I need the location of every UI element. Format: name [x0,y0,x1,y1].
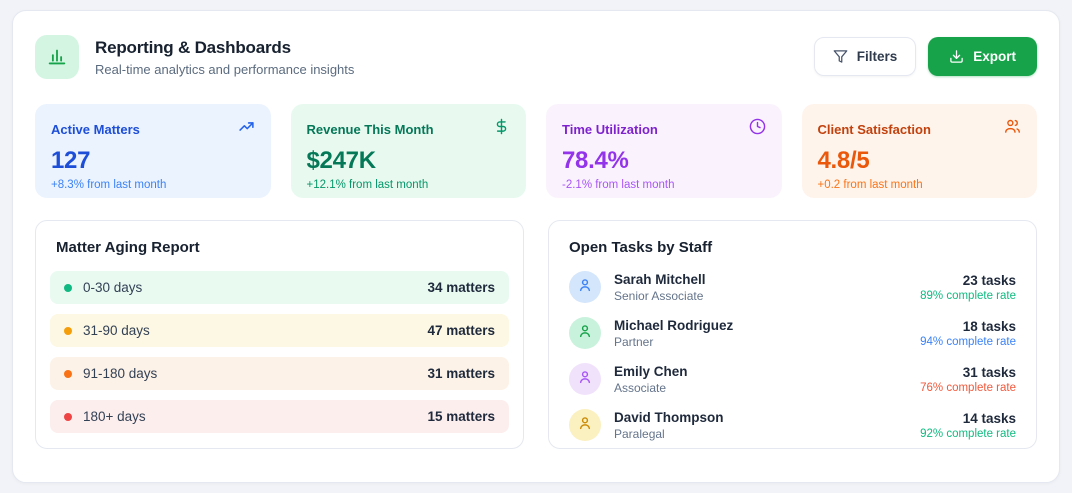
staff-list: Sarah Mitchell Senior Associate 23 tasks… [563,268,1022,444]
staff-complete-rate: 94% complete rate [920,336,1016,348]
stat-delta: +8.3% from last month [51,179,255,191]
stat-delta: -2.1% from last month [562,179,766,191]
staff-task-count: 18 tasks [920,319,1016,334]
stat-card-revenue: Revenue This Month $247K +12.1% from las… [291,104,527,198]
status-dot [64,370,72,378]
person-icon [577,369,593,390]
staff-task-count: 23 tasks [920,273,1016,288]
stat-label: Time Utilization [562,122,658,137]
avatar [569,317,601,349]
staff-row-emily-chen: Emily Chen Associate 31 tasks 76% comple… [569,360,1016,398]
staff-complete-rate: 76% complete rate [920,382,1016,394]
staff-complete-rate: 89% complete rate [920,290,1016,302]
matter-aging-panel: Matter Aging Report 0-30 days 34 matters… [35,220,524,449]
aging-row-91-180: 91-180 days 31 matters [50,357,509,390]
open-tasks-panel: Open Tasks by Staff Sarah Mitchell Senio… [548,220,1037,449]
staff-name: Sarah Mitchell [614,272,706,287]
staff-role: Paralegal [614,427,724,441]
status-dot [64,413,72,421]
stat-delta: +0.2 from last month [818,179,1022,191]
person-icon [577,277,593,298]
stat-card-time-utilization: Time Utilization 78.4% -2.1% from last m… [546,104,782,198]
staff-name: David Thompson [614,410,724,425]
stat-card-active-matters: Active Matters 127 +8.3% from last month [35,104,271,198]
stat-value: 4.8/5 [818,147,1022,175]
aging-label: 0-30 days [83,280,142,295]
matter-aging-list: 0-30 days 34 matters 31-90 days 47 matte… [50,271,509,433]
stat-delta: +12.1% from last month [307,179,511,191]
aging-value: 31 matters [427,366,495,381]
aging-label: 91-180 days [83,366,157,381]
header: Reporting & Dashboards Real-time analyti… [35,35,1037,79]
staff-row-sarah-mitchell: Sarah Mitchell Senior Associate 23 tasks… [569,268,1016,306]
dashboard-card: Reporting & Dashboards Real-time analyti… [12,10,1060,483]
aging-label: 31-90 days [83,323,150,338]
stat-label: Client Satisfaction [818,122,931,137]
stat-value: 127 [51,147,255,175]
stat-value: 78.4% [562,147,766,175]
person-icon [577,415,593,436]
staff-row-david-thompson: David Thompson Paralegal 14 tasks 92% co… [569,406,1016,444]
staff-name: Emily Chen [614,364,688,379]
users-icon [1004,118,1021,140]
aging-row-180-plus: 180+ days 15 matters [50,400,509,433]
person-icon [577,323,593,344]
stat-label: Active Matters [51,122,140,137]
dollar-icon [493,118,510,140]
aging-label: 180+ days [83,409,146,424]
staff-complete-rate: 92% complete rate [920,428,1016,440]
download-icon [949,49,964,64]
stats-row: Active Matters 127 +8.3% from last month… [35,104,1037,198]
staff-role: Senior Associate [614,289,706,303]
staff-task-count: 31 tasks [920,365,1016,380]
avatar [569,363,601,395]
filters-button[interactable]: Filters [814,37,917,76]
status-dot [64,327,72,335]
page-subtitle: Real-time analytics and performance insi… [95,62,354,77]
trending-up-icon [238,118,255,140]
staff-name: Michael Rodriguez [614,318,733,333]
stat-card-client-satisfaction: Client Satisfaction 4.8/5 +0.2 from last… [802,104,1038,198]
staff-row-michael-rodriguez: Michael Rodriguez Partner 18 tasks 94% c… [569,314,1016,352]
staff-role: Associate [614,381,688,395]
aging-value: 15 matters [427,409,495,424]
filters-label: Filters [857,49,898,64]
matter-aging-title: Matter Aging Report [50,239,509,256]
staff-role: Partner [614,335,733,349]
avatar [569,271,601,303]
aging-value: 34 matters [427,280,495,295]
panels-row: Matter Aging Report 0-30 days 34 matters… [35,220,1037,449]
stat-value: $247K [307,147,511,175]
filter-funnel-icon [833,49,848,64]
status-dot [64,284,72,292]
bar-chart-icon [35,35,79,79]
avatar [569,409,601,441]
open-tasks-title: Open Tasks by Staff [563,239,1022,256]
aging-row-0-30: 0-30 days 34 matters [50,271,509,304]
page-title: Reporting & Dashboards [95,38,354,58]
aging-value: 47 matters [427,323,495,338]
export-button[interactable]: Export [928,37,1037,76]
clock-icon [749,118,766,140]
stat-label: Revenue This Month [307,122,434,137]
export-label: Export [973,49,1016,64]
staff-task-count: 14 tasks [920,411,1016,426]
aging-row-31-90: 31-90 days 47 matters [50,314,509,347]
